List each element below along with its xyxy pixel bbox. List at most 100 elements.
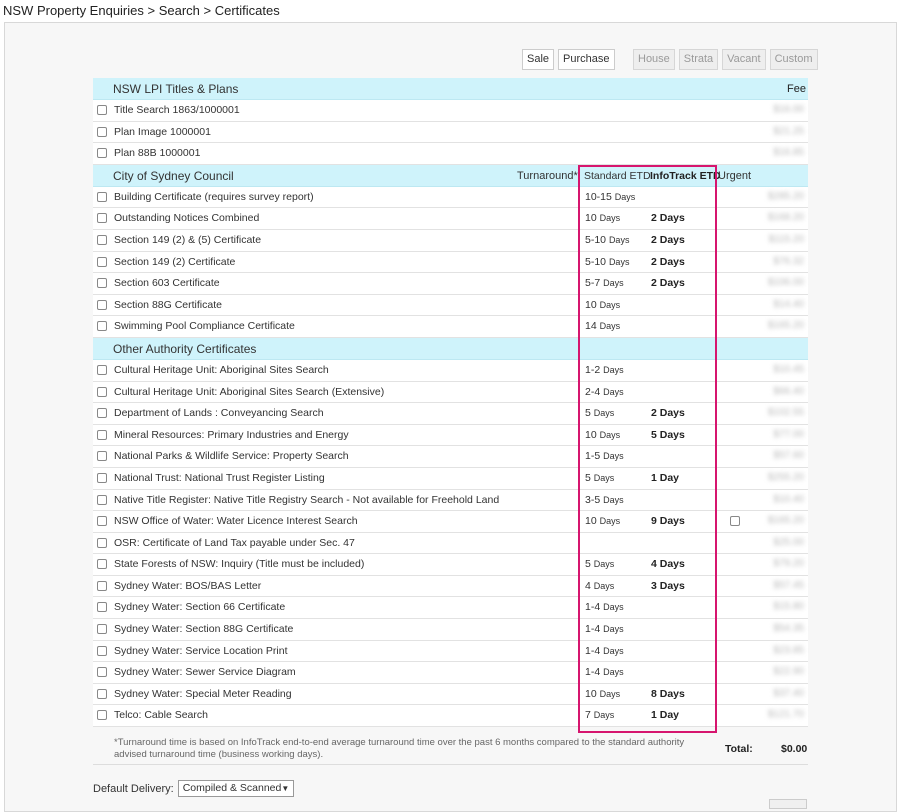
standard-etd: 5 Days (585, 558, 614, 570)
turnaround-footnote: *Turnaround time is based on InfoTrack e… (114, 737, 685, 760)
standard-etd: 1-2 Days (585, 364, 624, 376)
row-checkbox[interactable] (97, 472, 107, 483)
certificate-row: Telco: Cable Search 7 Days 1 Day $121.70 (93, 705, 808, 728)
total-label: Total: (725, 743, 753, 755)
standard-etd: 5-10 Days (585, 256, 629, 268)
certificate-name: Telco: Cable Search (114, 709, 208, 722)
row-checkbox[interactable] (97, 256, 107, 267)
standard-etd: 4 Days (585, 580, 614, 592)
row-checkbox[interactable] (97, 126, 107, 137)
section-header: NSW LPI Titles & Plans Fee (93, 78, 808, 100)
property-type-filter: House Strata Vacant Custom (633, 49, 818, 70)
standard-etd-unit: Days (599, 516, 621, 527)
fee-value: $57.45 (773, 579, 804, 591)
certificate-row: National Trust: National Trust Register … (93, 467, 808, 490)
fee-value: $22.90 (773, 666, 804, 678)
standard-etd-unit: Days (603, 278, 624, 289)
row-checkbox[interactable] (97, 688, 107, 699)
filter-vacant-button[interactable]: Vacant (722, 49, 766, 70)
row-checkbox[interactable] (97, 537, 107, 548)
filter-custom-button[interactable]: Custom (769, 49, 818, 70)
row-checkbox[interactable] (97, 191, 107, 202)
certificate-row: Sydney Water: Service Location Print 1-4 … (93, 640, 808, 663)
certificate-name: National Parks & Wildlife Service: Prope… (114, 450, 349, 463)
urgent-checkbox[interactable] (730, 516, 740, 527)
row-checkbox[interactable] (97, 408, 107, 419)
row-checkbox[interactable] (97, 386, 107, 397)
fee-value: $10.45 (773, 363, 804, 375)
urgent-header: Urgent (718, 169, 752, 182)
standard-etd: 14 Days (585, 320, 620, 332)
standard-etd-unit: Days (603, 645, 624, 656)
standard-etd-unit: Days (603, 386, 624, 397)
row-checkbox[interactable] (97, 299, 107, 310)
standard-etd-value: 10 (585, 298, 597, 311)
row-checkbox[interactable] (97, 645, 107, 656)
row-checkbox[interactable] (97, 516, 107, 527)
fee-value: $37.40 (773, 687, 804, 699)
standard-etd: 1-4 Days (585, 601, 624, 613)
standard-etd-value: 5-7 (585, 277, 601, 290)
row-checkbox[interactable] (97, 321, 107, 332)
standard-etd-value: 5-10 (585, 233, 607, 246)
standard-etd-value: 1-4 (585, 623, 601, 636)
standard-etd-value: 10-15 (585, 190, 612, 203)
fee-value: $23.85 (773, 644, 804, 656)
row-checkbox[interactable] (97, 213, 107, 224)
row-checkbox[interactable] (97, 429, 107, 440)
default-delivery-select[interactable]: Compiled & Scanned ▼ (177, 780, 295, 797)
standard-etd-unit: Days (593, 559, 615, 570)
certificate-name: Title Search 1863/1000001 (114, 104, 240, 116)
certificate-name: Sydney Water: Section 66 Certificate (114, 601, 286, 614)
filter-sale-button[interactable]: Sale (522, 49, 555, 70)
standard-etd: 1-4 Days (585, 645, 624, 657)
standard-etd-value: 5 (585, 407, 591, 420)
row-checkbox[interactable] (97, 234, 107, 245)
certificate-row: Cultural Heritage Unit: Aboriginal Sites… (93, 381, 808, 404)
row-checkbox[interactable] (97, 451, 107, 462)
fee-value: $115.20 (768, 233, 804, 245)
row-checkbox[interactable] (97, 278, 107, 289)
standard-etd: 3-5 Days (585, 494, 624, 506)
fee-value: $14.40 (773, 298, 804, 310)
filter-house-button[interactable]: House (633, 49, 675, 70)
row-checkbox[interactable] (97, 602, 107, 613)
certificate-name: Sydney Water: BOS/BAS Letter (114, 579, 262, 592)
certificate-row: Title Search 1863/1000001 $16.00 (93, 100, 808, 122)
filter-strata-button[interactable]: Strata (678, 49, 719, 70)
standard-etd-unit: Days (603, 494, 624, 505)
certificate-row: Sydney Water: Special Meter Reading 10 Da… (93, 683, 808, 706)
filter-purchase-button[interactable]: Purchase (558, 49, 615, 70)
row-checkbox[interactable] (97, 667, 107, 678)
infotrack-etd: 1 Day (651, 709, 680, 722)
row-checkbox[interactable] (97, 710, 107, 721)
certificate-name: Cultural Heritage Unit: Aboriginal Sites… (114, 363, 329, 376)
section-header: Other Authority Certificates (93, 337, 808, 360)
fee-column-header: Fee (787, 83, 806, 95)
infotrack-etd: 8 Days (651, 687, 685, 700)
standard-etd-unit: Days (608, 234, 630, 245)
standard-etd: 10 Days (585, 212, 620, 224)
standard-etd: 10 Days (585, 515, 620, 527)
standard-etd-unit: Days (593, 472, 615, 483)
standard-etd-unit: Days (599, 299, 621, 310)
default-delivery: Default Delivery: Compiled & Scanned ▼ (93, 780, 295, 797)
section-header: City of Sydney Council Turnaround* Standar… (93, 164, 808, 187)
standard-etd-unit: Days (603, 667, 624, 678)
certificates-table: NSW LPI Titles & Plans Fee Title Search 18… (93, 78, 808, 728)
standard-etd-unit: Days (603, 451, 624, 462)
default-delivery-label: Default Delivery: (93, 782, 174, 795)
row-checkbox[interactable] (97, 148, 107, 159)
next-button-edge[interactable] (769, 799, 807, 809)
standard-etd-unit: Days (603, 602, 624, 613)
standard-etd-unit: Days (599, 213, 621, 224)
row-checkbox[interactable] (97, 364, 107, 375)
row-checkbox[interactable] (97, 559, 107, 570)
row-checkbox[interactable] (97, 580, 107, 591)
row-checkbox[interactable] (97, 105, 107, 115)
row-checkbox[interactable] (97, 494, 107, 505)
fee-value: $54.35 (773, 623, 804, 635)
standard-etd-unit: Days (593, 580, 615, 591)
certificate-name: Section 603 Certificate (114, 277, 220, 290)
row-checkbox[interactable] (97, 624, 107, 635)
